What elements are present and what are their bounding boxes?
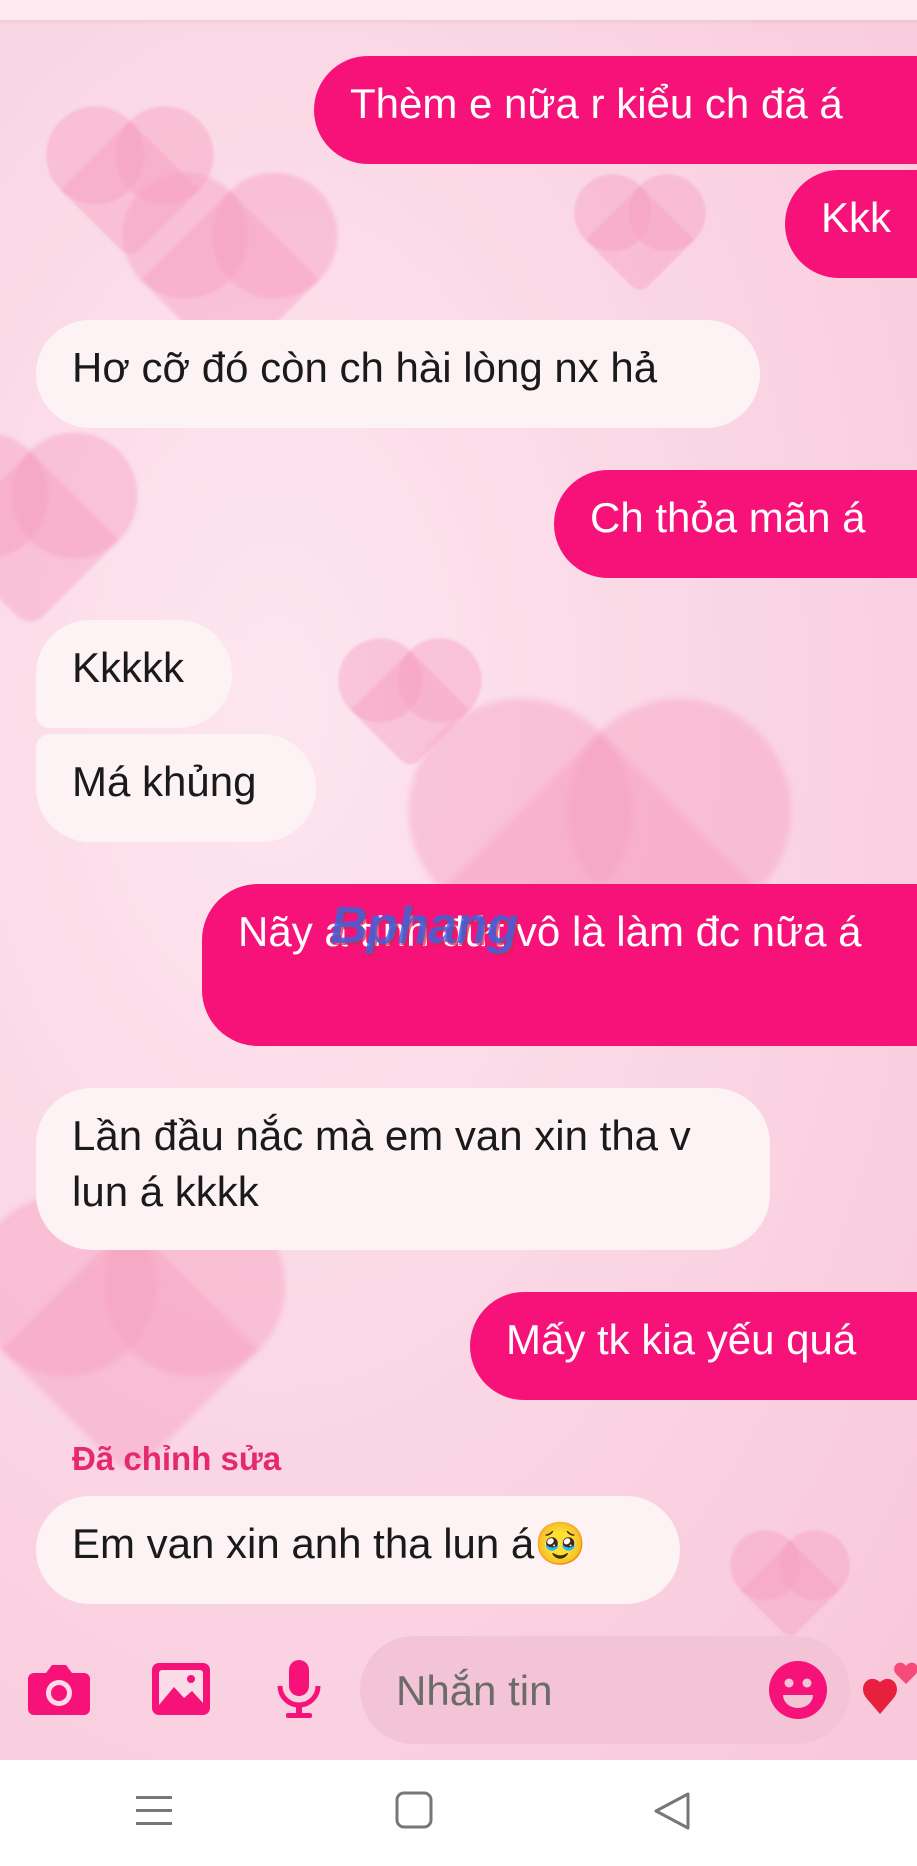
message-bubble-outgoing[interactable]: Thèm e nữa r kiểu ch đã á [314, 56, 917, 164]
message-bubble-incoming[interactable]: Hơ cỡ đó còn ch hài lòng nx hả [36, 320, 760, 428]
microphone-icon [277, 1660, 321, 1718]
emoji-button[interactable] [768, 1660, 828, 1720]
heart-decoration [585, 185, 695, 295]
heart-send-button[interactable] [862, 1650, 917, 1730]
heart-decoration [0, 450, 120, 630]
message-bubble-incoming[interactable]: Em van xin anh tha lun á🥹 [36, 1496, 680, 1604]
back-button[interactable] [648, 1786, 708, 1840]
message-text: Kkk [821, 194, 892, 241]
heart-icon [863, 1662, 917, 1714]
message-text: Em van xin anh tha lun á🥹 [72, 1520, 587, 1567]
message-bubble-incoming[interactable]: Má khủng [36, 734, 316, 842]
message-composer [0, 1620, 917, 1760]
recent-apps-button[interactable] [130, 1786, 190, 1840]
message-input[interactable] [394, 1660, 748, 1722]
gallery-button[interactable] [146, 1654, 216, 1724]
message-input-container[interactable] [360, 1636, 850, 1744]
message-bubble-outgoing[interactable]: Kkk [785, 170, 917, 278]
message-text: Mấy tk kia yếu quá [506, 1316, 857, 1363]
message-text: Thèm e nữa r kiểu ch đã á [350, 80, 843, 127]
message-text: Kkkkk [72, 644, 185, 691]
message-text: Ch thỏa mãn á [590, 494, 866, 541]
emoji-icon [769, 1661, 827, 1719]
message-bubble-outgoing[interactable]: Mấy tk kia yếu quá [470, 1292, 917, 1400]
home-button[interactable] [390, 1786, 450, 1840]
home-icon [395, 1791, 433, 1829]
message-bubble-outgoing[interactable]: Ch thỏa mãn á [554, 470, 917, 578]
gallery-icon [152, 1663, 210, 1715]
back-icon [654, 1792, 690, 1830]
message-text: Lần đầu nắc mà em van xin tha v lun á kk… [72, 1112, 691, 1215]
system-navigation-bar [0, 1760, 917, 1866]
watermark: Bphang [330, 897, 519, 955]
message-text: Má khủng [72, 758, 257, 805]
message-bubble-incoming[interactable]: Kkkkk [36, 620, 232, 728]
message-bubble-incoming[interactable]: Lần đầu nắc mà em van xin tha v lun á kk… [36, 1088, 770, 1250]
camera-button[interactable] [24, 1654, 94, 1724]
top-bar [0, 0, 917, 20]
camera-icon [28, 1665, 90, 1715]
message-text: Hơ cỡ đó còn ch hài lòng nx hả [72, 344, 658, 391]
message-bubble-outgoing[interactable]: Nãy a tính đứt vô là làm đc nữa á [202, 884, 917, 1046]
menu-icon [136, 1796, 172, 1825]
microphone-button[interactable] [264, 1654, 334, 1724]
edited-label: Đã chỉnh sửa [72, 1440, 282, 1477]
